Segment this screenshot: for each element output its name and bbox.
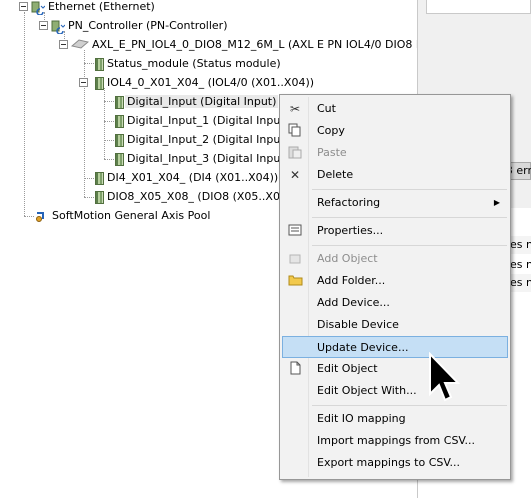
collapse-icon[interactable] [79,78,88,87]
mouse-pointer-icon [428,351,462,411]
menu-item-edit-object[interactable]: Edit Object [282,358,508,380]
menu-item-edit-io-mapping[interactable]: Edit IO mapping [282,408,508,430]
tree-item-label: Digital_Input_2 (Digital Input) [127,133,289,146]
menu-item-label: Edit IO mapping [317,412,406,425]
right-panel-header [426,0,531,14]
tree-item-axl-device[interactable]: AXL_E_PN_IOL4_0_DIO8_M12_6M_L (AXL E PN … [70,35,440,55]
tree-item-label: Status_module (Status module) [107,57,281,70]
menu-item-cut[interactable]: ✂ Cut [282,98,508,120]
tree-connector [24,12,25,216]
tree-item-label: Ethernet (Ethernet) [48,0,155,13]
tree-connector [84,178,94,179]
menu-item-update-device[interactable]: Update Device... [282,336,508,358]
menu-item-disable-device[interactable]: Disable Device [282,314,508,336]
tree-item-ethernet[interactable]: Ethernet (Ethernet) [31,0,155,16]
tree-item-softmotion-pool[interactable]: SoftMotion General Axis Pool [35,206,210,225]
folder-icon [287,273,303,289]
menu-item-label: Disable Device [317,318,399,331]
module-icon [95,76,104,90]
tree-item-label: Digital_Input_3 (Digital Input) [127,152,289,165]
device-module-icon [70,36,90,55]
tree-connector [84,63,94,64]
menu-item-label: Export mappings to CSV... [317,456,460,469]
module-icon [115,152,124,166]
menu-item-edit-object-with[interactable]: Edit Object With... [282,380,508,402]
menu-item-refactoring[interactable]: Refactoring ▶ [282,192,508,214]
menu-item-label: Cut [317,102,336,115]
module-icon [95,57,104,71]
menu-item-add-device[interactable]: Add Device... [282,292,508,314]
tree-item-label: Digital_Input (Digital Input) [125,95,279,108]
delete-icon: ✕ [289,168,301,182]
tree-item-label: DIO8_X05_X08_ (DIO8 (X05..X08)) [107,190,296,203]
menu-separator [312,217,507,218]
collapse-icon[interactable] [19,2,28,11]
tree-connector [104,101,114,102]
edit-object-icon [287,361,303,377]
module-icon [115,95,124,109]
tree-item-digital-input-1[interactable]: Digital_Input_1 (Digital Input) [115,111,289,130]
menu-item-label: Copy [317,124,345,137]
add-object-icon [287,251,303,267]
menu-item-label: Add Object [317,252,378,265]
module-icon [115,133,124,147]
module-icon [95,171,104,185]
tree-connector [84,50,85,197]
menu-item-label: Properties... [317,224,384,237]
tree-item-pn-controller[interactable]: PN_Controller (PN-Controller) [51,16,228,35]
menu-item-add-folder[interactable]: Add Folder... [282,270,508,292]
tree-item-status-module[interactable]: Status_module (Status module) [95,54,281,73]
tree-connector [24,216,34,217]
tree-connector [84,197,94,198]
submenu-arrow-icon: ▶ [493,198,500,207]
ethernet-icon [31,1,46,16]
tree-item-label: IOL4_0_X01_X04_ (IOL4/0 (X01..X04)) [107,76,315,89]
paste-icon [287,145,303,161]
tree-connector [104,121,114,122]
context-menu: ✂ Cut Copy Paste ✕ Delete Refactoring ▶ … [279,94,511,480]
menu-item-import-mappings[interactable]: Import mappings from CSV... [282,430,508,452]
tree-item-digital-input-3[interactable]: Digital_Input_3 (Digital Input) [115,149,289,168]
copy-icon [287,123,303,139]
menu-item-label: Add Device... [317,296,390,309]
menu-item-copy[interactable]: Copy [282,120,508,142]
menu-item-export-mappings[interactable]: Export mappings to CSV... [282,452,508,474]
menu-item-label: Update Device... [317,341,409,354]
menu-separator [312,245,507,246]
tree-item-label: SoftMotion General Axis Pool [52,209,211,222]
menu-item-delete[interactable]: ✕ Delete [282,164,508,186]
menu-item-label: Edit Object [317,362,378,375]
tree-item-label: PN_Controller (PN-Controller) [68,19,228,32]
properties-icon [287,223,303,239]
tree-item-label: AXL_E_PN_IOL4_0_DIO8_M12_6M_L (AXL E PN … [92,38,440,51]
collapse-icon[interactable] [39,21,48,30]
menu-item-label: Paste [317,146,347,159]
tree-item-di4[interactable]: DI4_X01_X04_ (DI4 (X01..X04)) [95,168,278,187]
tree-connector [104,88,105,159]
menu-item-properties[interactable]: Properties... [282,220,508,242]
tree-item-dio8[interactable]: DIO8_X05_X08_ (DIO8 (X05..X08)) [95,187,296,206]
menu-item-label: Edit Object With... [317,384,417,397]
menu-separator [312,405,507,406]
menu-item-label: Import mappings from CSV... [317,434,476,447]
tree-item-digital-input[interactable]: Digital_Input (Digital Input) [115,92,279,111]
collapse-icon[interactable] [59,40,68,49]
menu-item-label: Add Folder... [317,274,386,287]
tree-item-label: Digital_Input_1 (Digital Input) [127,114,289,127]
menu-item-label: Refactoring [317,196,381,209]
scissors-icon: ✂ [289,102,301,116]
tree-connector [104,159,114,160]
menu-item-add-object[interactable]: Add Object [282,248,508,270]
controller-icon [51,20,66,35]
menu-separator [312,189,507,190]
tree-connector [104,140,114,141]
module-icon [115,114,124,128]
menu-item-paste[interactable]: Paste [282,142,508,164]
axis-pool-icon [35,210,49,223]
tree-item-iol4[interactable]: IOL4_0_X01_X04_ (IOL4/0 (X01..X04)) [95,73,314,92]
tree-item-digital-input-2[interactable]: Digital_Input_2 (Digital Input) [115,130,289,149]
module-icon [95,190,104,204]
tree-item-label: DI4_X01_X04_ (DI4 (X01..X04)) [107,171,279,184]
menu-item-label: Delete [317,168,354,181]
